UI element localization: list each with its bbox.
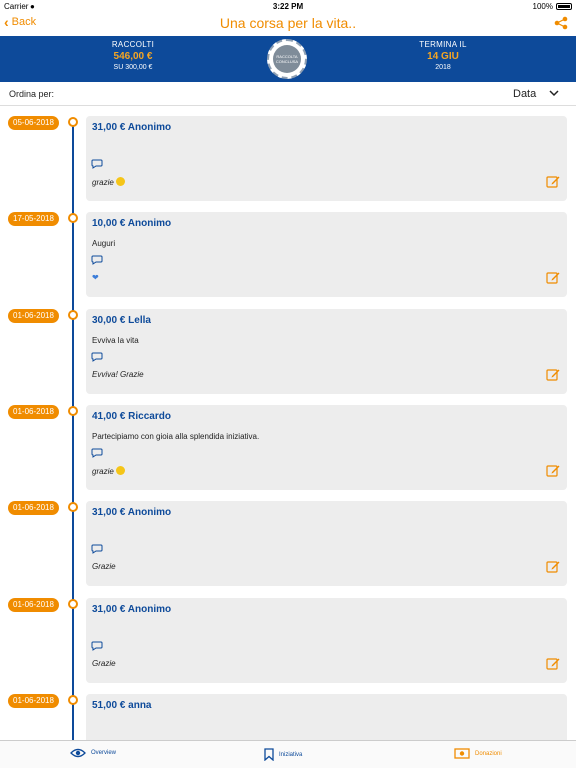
- donation-entry: 17-05-2018 10,00 € Anonimo Auguri ❤: [0, 212, 576, 300]
- donation-card[interactable]: 10,00 € Anonimo Auguri ❤: [86, 212, 567, 298]
- smile-emoji-icon: [116, 177, 126, 186]
- comment-icon: [91, 159, 103, 169]
- donor-message: Partecipiamo con gioia alla splendida in…: [92, 431, 260, 441]
- edit-icon[interactable]: [546, 174, 560, 188]
- date-badge: 01-06-2018: [8, 693, 59, 708]
- edit-icon[interactable]: [546, 270, 560, 284]
- donation-amount: 31,00 € Anonimo: [92, 603, 172, 615]
- screen: { "status": { "carrier": "Carrier", "tim…: [0, 0, 576, 768]
- tab-donazioni-label: Donazioni: [475, 750, 502, 757]
- end-date-block: TERMINA IL 14 GIU 2018: [383, 40, 503, 71]
- status-badge: RACCOLTA CONCLUSA: [267, 39, 307, 79]
- timeline-dot: [68, 117, 78, 127]
- reply-text: Grazie: [92, 658, 116, 668]
- reply-text: Grazie: [92, 562, 116, 572]
- donation-card[interactable]: 31,00 € Anonimo Grazie: [86, 501, 567, 587]
- share-icon[interactable]: [554, 16, 568, 30]
- raised-label: RACCOLTI: [111, 40, 155, 49]
- donation-entry: 01-06-2018 31,00 € Anonimo Grazie: [0, 597, 576, 686]
- tab-overview-label: Overview: [91, 750, 117, 756]
- donation-amount: 31,00 € Anonimo: [92, 507, 172, 519]
- raised-block: RACCOLTI 546,00 € SU 300,00 €: [73, 40, 193, 71]
- donation-entry: 01-06-2018 31,00 € Anonimo Grazie: [0, 501, 576, 589]
- donation-entry: 01-06-2018 30,00 € Lella Evviva la vita Evv…: [0, 308, 576, 397]
- donation-card[interactable]: 41,00 € Riccardo Partecipiamo con gioia a…: [86, 404, 567, 490]
- organizer-reply: grazie: [92, 177, 126, 187]
- chevron-down-icon[interactable]: [548, 87, 560, 99]
- donation-card[interactable]: 31,00 € Anonimo grazie: [86, 116, 567, 201]
- date-badge: 05-06-2018: [8, 116, 59, 130]
- organizer-reply: Grazie: [92, 659, 116, 668]
- organizer-reply: grazie: [92, 465, 126, 476]
- date-badge: 01-06-2018: [8, 501, 59, 516]
- timeline-dot: [68, 309, 78, 320]
- raised-value: 546,00 €: [113, 51, 153, 62]
- donation-amount: 31,00 € Anonimo: [92, 122, 172, 133]
- edit-icon[interactable]: [546, 559, 560, 573]
- tab-overview[interactable]: Overview: [70, 748, 116, 758]
- navigation-bar: ‹ Back Una corsa per la vita..: [0, 12, 576, 36]
- sort-bar: Ordina per: Data: [0, 82, 576, 106]
- timeline-dot: [68, 502, 78, 513]
- reply-text: grazie: [92, 466, 114, 476]
- date-badge: 01-06-2018: [8, 308, 59, 323]
- edit-icon[interactable]: [546, 656, 560, 670]
- timeline-dot: [68, 598, 78, 609]
- date-badge: 17-05-2018: [8, 212, 59, 227]
- donation-entry: 01-06-2018 41,00 € Riccardo Partecipiamo c…: [0, 404, 576, 493]
- badge-text: RACCOLTA CONCLUSA: [273, 45, 301, 73]
- comment-icon: [91, 448, 103, 458]
- edit-icon[interactable]: [546, 463, 560, 477]
- eye-icon: [70, 748, 86, 758]
- date-badge: 01-06-2018: [8, 597, 59, 612]
- ends-year: 2018: [435, 64, 451, 71]
- timeline-dot: [68, 694, 78, 705]
- organizer-reply: Evviva! Grazie: [92, 370, 144, 379]
- ends-value: 14 GIU: [427, 51, 459, 62]
- ends-label: TERMINA IL: [419, 40, 467, 49]
- tab-iniziativa[interactable]: Iniziativa: [264, 748, 302, 761]
- donor-message: Auguri: [92, 239, 116, 249]
- comment-icon: [91, 352, 103, 362]
- money-icon: [454, 748, 470, 759]
- comment-icon: [91, 641, 103, 651]
- edit-icon[interactable]: [546, 367, 560, 381]
- donation-amount: 51,00 € anna: [92, 699, 152, 711]
- timeline-dot: [68, 405, 78, 416]
- donation-entry: 05-06-2018 31,00 € Anonimo grazie: [0, 116, 576, 204]
- tab-iniziativa-label: Iniziativa: [279, 751, 303, 758]
- reply-text: grazie: [92, 178, 114, 187]
- page-title: Una corsa per la vita..: [219, 15, 357, 31]
- sort-select[interactable]: Data: [513, 88, 536, 100]
- donation-card[interactable]: 30,00 € Lella Evviva la vita Evviva! Grazi…: [86, 308, 567, 394]
- battery-indicator: 100%: [533, 2, 572, 11]
- reply-text: Evviva! Grazie: [92, 369, 144, 379]
- timeline-dot: [68, 213, 78, 224]
- donor-message: Evviva la vita: [92, 335, 139, 345]
- heart-emoji-icon: ❤: [92, 273, 99, 283]
- donation-card[interactable]: 31,00 € Anonimo Grazie: [86, 597, 567, 683]
- sort-label: Ordina per:: [9, 89, 55, 99]
- clock: 3:22 PM: [272, 2, 304, 11]
- donation-amount: 30,00 € Lella: [92, 314, 151, 326]
- organizer-reply: Grazie: [92, 562, 116, 571]
- donation-amount: 41,00 € Riccardo: [92, 410, 171, 422]
- status-bar: Carrier ● 3:22 PM 100%: [0, 0, 576, 12]
- organizer-reply: ❤: [92, 273, 99, 282]
- comment-icon: [91, 544, 103, 555]
- tab-donazioni[interactable]: Donazioni: [454, 748, 502, 759]
- goal-text: SU 300,00 €: [113, 64, 153, 71]
- donation-amount: 10,00 € Anonimo: [92, 218, 172, 230]
- tab-bar: Overview Iniziativa Donazioni: [0, 740, 576, 768]
- smile-emoji-icon: [116, 465, 126, 475]
- date-badge: 01-06-2018: [8, 404, 59, 419]
- campaign-summary: RACCOLTI 546,00 € SU 300,00 € RACCOLTA C…: [0, 36, 576, 82]
- comment-icon: [91, 255, 103, 266]
- battery-icon: [556, 3, 572, 10]
- battery-percent: 100%: [532, 2, 553, 11]
- bookmark-icon: [264, 748, 274, 761]
